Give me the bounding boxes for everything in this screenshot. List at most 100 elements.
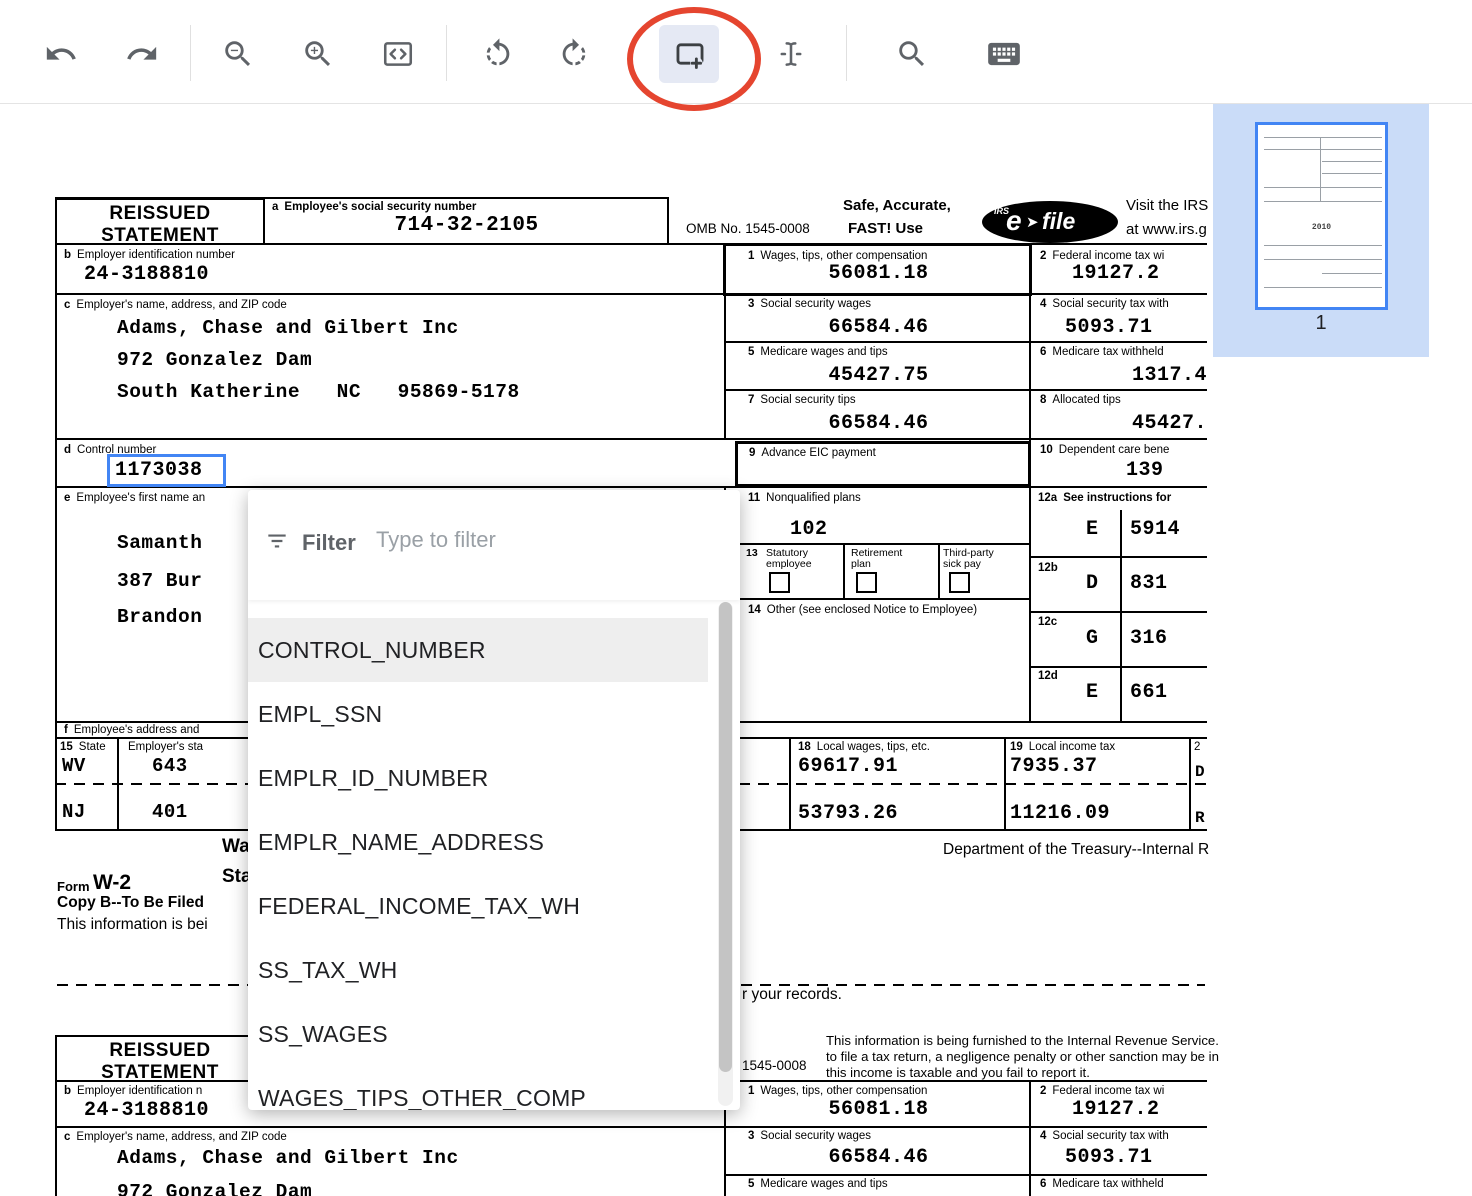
- text-cursor-icon: [774, 37, 808, 71]
- locality-fragment-2: R: [1195, 809, 1205, 827]
- w2-fed-tax-value-2: 19127.2: [1072, 1098, 1160, 1121]
- w2-medicare-wages-value: 45427.75: [727, 364, 1030, 387]
- form-line: [725, 389, 1207, 391]
- option-emplr-id-number[interactable]: EMPLR_ID_NUMBER: [248, 746, 708, 810]
- search-button[interactable]: [889, 31, 935, 77]
- option-federal-income-tax-wh[interactable]: FEDERAL_INCOME_TAX_WH: [248, 874, 708, 938]
- employer-name-2: Adams, Chase and Gilbert Inc: [117, 1147, 459, 1169]
- thirdparty-label-2: sick pay: [943, 558, 981, 570]
- option-wages-tips-other-comp[interactable]: WAGES_TIPS_OTHER_COMP: [248, 1066, 708, 1110]
- box-e-label: eEmployee's first name an: [64, 492, 205, 504]
- page-thumbnail[interactable]: 2010: [1255, 122, 1388, 310]
- text-cursor-button[interactable]: [768, 31, 814, 77]
- add-region-icon: [673, 37, 707, 71]
- form-w2-label: W-2: [93, 871, 131, 895]
- w2-ss-tax-value-2: 5093.71: [1065, 1146, 1153, 1169]
- safe-accurate-text: Safe, Accurate,: [843, 197, 951, 214]
- option-empl-ssn[interactable]: EMPL_SSN: [248, 682, 708, 746]
- state-id-2: 401: [152, 801, 188, 823]
- irs-efile-logo: IRS e ➤ file: [982, 201, 1118, 243]
- zoom-in-button[interactable]: [295, 31, 341, 77]
- reissued-statement-box-2: REISSUED STATEMENT: [55, 1035, 265, 1082]
- state-2: NJ: [62, 801, 86, 823]
- rotate-left-button[interactable]: [475, 31, 521, 77]
- retirement-label-2: plan: [851, 558, 871, 570]
- add-region-button[interactable]: [667, 31, 713, 77]
- box-5-label-2: 5Medicare wages and tips: [748, 1178, 888, 1190]
- form-line: [1030, 556, 1207, 558]
- fit-width-icon: [381, 37, 415, 71]
- box-12d-label: 12d: [1038, 670, 1064, 682]
- form-line: [725, 1174, 1207, 1176]
- option-ss-wages[interactable]: SS_WAGES: [248, 1002, 708, 1066]
- w2-ein-value: 24-3188810: [84, 263, 209, 286]
- box-18-label: 18Local wages, tips, etc.: [798, 741, 930, 753]
- form-line: [1030, 666, 1207, 668]
- keyboard-icon: [985, 35, 1023, 73]
- form-line: [789, 737, 791, 829]
- efile-file-text: file: [1042, 208, 1075, 235]
- dropdown-scrollbar-thumb[interactable]: [719, 602, 732, 1072]
- box-12c-label: 12c: [1038, 616, 1063, 628]
- w2-12a-value: 5914: [1130, 518, 1180, 541]
- thumb-line: [1264, 201, 1382, 202]
- filter-header: Filter: [248, 490, 740, 600]
- rotate-right-button[interactable]: [551, 31, 597, 77]
- keyboard-button[interactable]: [981, 31, 1027, 77]
- form-line: [55, 1126, 1207, 1128]
- toolbar: [0, 0, 1472, 104]
- info-fragment: This information is bei: [57, 916, 208, 934]
- box-2-label-2: 2Federal income tax wi: [1040, 1085, 1164, 1097]
- thumb-line: [1264, 137, 1382, 138]
- option-control-number[interactable]: CONTROL_NUMBER: [248, 618, 708, 682]
- form-line: [55, 438, 1207, 440]
- w2-ss-wages-value-2: 66584.46: [727, 1146, 1030, 1169]
- redo-button[interactable]: [119, 31, 165, 77]
- employer-street: 972 Gonzalez Dam: [117, 349, 312, 371]
- omb-fragment: 1545-0008: [742, 1058, 807, 1073]
- w2-12d-code: E: [1086, 681, 1099, 704]
- undo-button[interactable]: [38, 31, 84, 77]
- toolbar-separator: [446, 25, 447, 81]
- box-3-label: 3Social security wages: [748, 298, 871, 310]
- local-wages-1: 69617.91: [798, 755, 898, 778]
- employee-name: Samanth: [117, 532, 202, 554]
- form-word: Form: [57, 879, 90, 894]
- w2-nonqualified-value: 102: [790, 518, 828, 541]
- w2-wages-value-2: 56081.18: [727, 1098, 1030, 1121]
- box-7-label: 7Social security tips: [748, 394, 856, 406]
- box-b-label: bEmployer identification number: [64, 249, 235, 261]
- records-fragment: r your records.: [742, 986, 842, 1004]
- zoom-out-button[interactable]: [215, 31, 261, 77]
- box-b-label-2: bEmployer identification n: [64, 1085, 202, 1097]
- thumb-line: [1264, 259, 1382, 260]
- box-6-label: 6Medicare tax withheld: [1040, 346, 1164, 358]
- local-wages-2: 53793.26: [798, 802, 898, 825]
- wage-statement-fragment-1: Wa: [222, 836, 250, 858]
- box-6-label-2: 6Medicare tax withheld: [1040, 1178, 1164, 1190]
- undo-icon: [44, 37, 78, 71]
- page-thumbnail-panel: 2010 1: [1213, 103, 1429, 357]
- w2-wages-value: 56081.18: [727, 262, 1030, 285]
- fit-width-button[interactable]: [375, 31, 421, 77]
- form-line: [938, 545, 940, 598]
- box-12a-label: 12aSee instructions for: [1038, 492, 1171, 504]
- filter-input[interactable]: [374, 526, 668, 554]
- control-number-selection-box[interactable]: [107, 454, 226, 487]
- w2-12c-value: 316: [1130, 627, 1168, 650]
- box-2-label: 2Federal income tax wi: [1040, 250, 1164, 262]
- option-emplr-name-address[interactable]: EMPLR_NAME_ADDRESS: [248, 810, 708, 874]
- field-filter-dropdown: Filter CONTROL_NUMBER EMPL_SSN EMPLR_ID_…: [248, 490, 740, 1110]
- app-canvas: 2010 1 REISSUED STATEMENT aEmployee: [0, 0, 1472, 1196]
- box-a-label: aEmployee's social security number: [272, 201, 476, 213]
- option-ss-tax-wh[interactable]: SS_TAX_WH: [248, 938, 708, 1002]
- dropdown-scrollbar: [718, 602, 733, 1106]
- form-line: [725, 543, 1030, 545]
- box-9-label: 9Advance EIC payment: [749, 447, 876, 459]
- filter-icon: [264, 528, 290, 554]
- furnish-line-2: to file a tax return, a negligence penal…: [826, 1049, 1219, 1064]
- employer-street-2: 972 Gonzalez Dam: [117, 1181, 312, 1196]
- reissued-line1: REISSUED: [57, 1040, 263, 1062]
- omb-label: OMB No. 1545-0008: [686, 221, 810, 236]
- w2-fed-tax-value: 19127.2: [1072, 262, 1160, 285]
